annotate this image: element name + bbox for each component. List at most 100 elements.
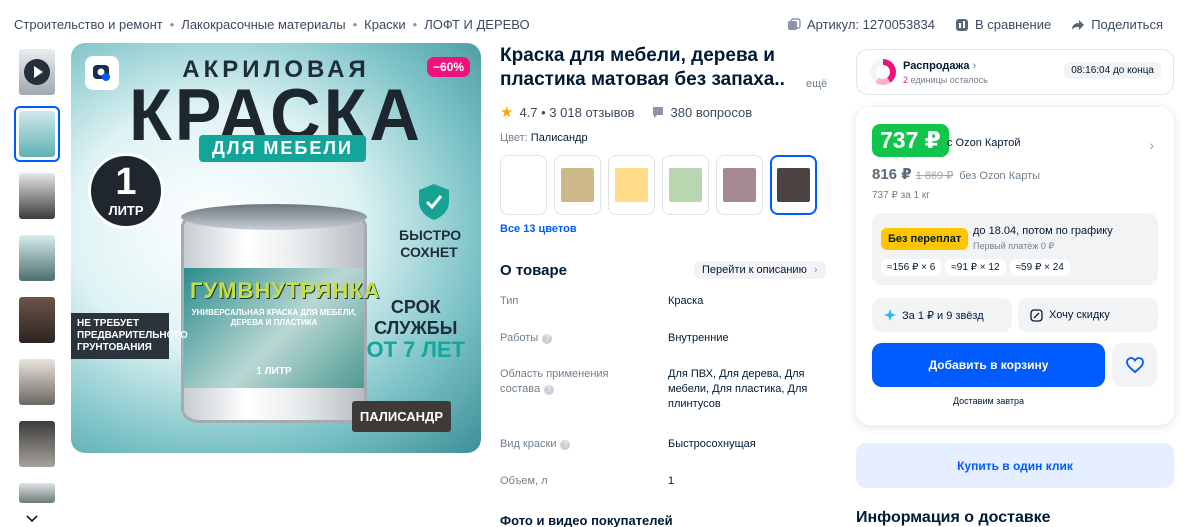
sale-title-text: Распродажа	[903, 60, 970, 72]
volume-unit: ЛИТР	[108, 203, 144, 218]
color-swatch-fill	[561, 168, 594, 202]
sale-remaining-count: 2	[903, 75, 909, 85]
chevron-down-icon[interactable]	[26, 513, 38, 525]
paint-can: ГУМВНУТРЯНКА УНИВЕРСАЛЬНАЯ КРАСКА ДЛЯ МЕ…	[181, 204, 381, 423]
regular-price-label: без Ozon Карты	[959, 170, 1041, 182]
compare-icon	[955, 18, 968, 31]
sale-remaining: 2 единицы осталось	[903, 75, 988, 85]
play-icon	[24, 59, 50, 85]
article-number: Артикул: 1270053834	[806, 17, 935, 32]
sale-banner[interactable]: Распродажа › 2 единицы осталось 08:16:04…	[856, 49, 1174, 95]
color-swatch[interactable]	[716, 155, 763, 215]
go-to-description-button[interactable]: Перейти к описанию ›	[694, 261, 826, 279]
color-name-tag: ПАЛИСАНДР	[351, 401, 451, 432]
quick-dry-label: БЫСТРО СОХНЕТ	[399, 227, 462, 260]
go-to-description-label: Перейти к описанию	[702, 264, 807, 276]
share-label: Поделиться	[1091, 17, 1163, 32]
chevron-right-icon: ›	[972, 60, 977, 72]
color-swatch-fill	[615, 168, 648, 202]
volume-number: 1	[115, 161, 137, 203]
breadcrumb-item[interactable]: Строительство и ремонт	[14, 17, 163, 32]
add-to-cart-button[interactable]: Добавить в корзину	[872, 343, 1105, 387]
thumbnail[interactable]	[14, 168, 60, 224]
color-swatch[interactable]	[500, 155, 547, 215]
installment-option[interactable]: ≈59 ₽ × 24	[1009, 259, 1070, 276]
installment-option[interactable]: ≈91 ₽ × 12	[945, 259, 1006, 276]
compare-button[interactable]: В сравнение	[955, 17, 1051, 32]
all-colors-link[interactable]: Все 13 цветов	[500, 223, 577, 235]
sale-title: Распродажа ›	[903, 60, 976, 72]
service-life: СРОК СЛУЖБЫ ОТ 7 ЛЕТ	[366, 297, 465, 361]
product-title: Краска для мебели, дерева и пластика мат…	[500, 45, 785, 90]
sale-remaining-text: единицы осталось	[910, 75, 988, 85]
color-swatches	[500, 155, 817, 215]
attribute-label-row: Вид краски?	[500, 437, 571, 452]
color-label-value: Палисандр	[530, 132, 588, 144]
no-primer-label: НЕ ТРЕБУЕТ ПРЕДВАРИТЕЛЬНОГО ГРУНТОВАНИЯ	[71, 313, 188, 359]
breadcrumb-item[interactable]: Лакокрасочные материалы	[181, 17, 345, 32]
price-card: 737 ₽ с Ozon Картой › 816 ₽1 869 ₽ без Oz…	[856, 107, 1174, 425]
sale-timer: 08:16:04 до конца	[1064, 62, 1161, 79]
want-discount-button[interactable]: Хочу скидку	[1018, 298, 1158, 332]
attribute-value: Краска	[668, 295, 704, 307]
questions-link[interactable]: 380 вопросов	[651, 105, 752, 120]
thumbnail[interactable]	[14, 292, 60, 348]
shield-check-icon	[419, 184, 449, 220]
info-icon[interactable]: ?	[542, 334, 553, 344]
installment-box[interactable]: Без переплат до 18.04, потом по графику …	[872, 213, 1158, 285]
color-swatch[interactable]	[554, 155, 601, 215]
breadcrumb-item[interactable]: Краски	[364, 17, 405, 32]
old-price: 1 869 ₽	[915, 170, 954, 182]
regular-price-row: 816 ₽1 869 ₽ без Ozon Карты	[872, 165, 1040, 183]
chevron-right-icon[interactable]: ›	[1149, 137, 1154, 153]
can-brand: ГУМВНУТРЯНКА	[190, 278, 381, 303]
customer-photos-title: Фото и видео покупателей	[500, 513, 673, 527]
heart-icon	[1125, 357, 1144, 374]
breadcrumb-separator: •	[352, 17, 358, 32]
thumbnail-image	[19, 297, 55, 343]
attribute-label: Работы	[500, 332, 539, 344]
thumbnail[interactable]	[14, 354, 60, 410]
info-icon[interactable]: ?	[544, 385, 555, 395]
color-label: Цвет: Палисандр	[500, 132, 588, 144]
favorite-button[interactable]	[1112, 343, 1157, 387]
thumbnail-image	[19, 359, 55, 405]
thumbnail-image	[19, 111, 55, 157]
color-swatch-fill	[777, 168, 810, 202]
share-icon	[1072, 19, 1085, 30]
stars-bonus-button[interactable]: За 1 ₽ и 9 звёзд	[872, 298, 1012, 332]
thumbnail-image	[19, 235, 55, 281]
thumbnail[interactable]	[14, 416, 60, 472]
color-swatch-fill	[507, 168, 540, 202]
product-main-image[interactable]: −60% АКРИЛОВАЯ КРАСКА ДЛЯ МЕБЕЛИ 1 ЛИТР …	[71, 43, 481, 453]
thumbnail-video[interactable]	[14, 44, 60, 100]
installment-option[interactable]: ≈156 ₽ × 6	[881, 259, 942, 276]
info-icon[interactable]: ?	[560, 440, 571, 450]
color-swatch[interactable]	[608, 155, 655, 215]
color-swatch[interactable]	[770, 155, 817, 215]
can-subtitle: УНИВЕРСАЛЬНАЯ КРАСКА ДЛЯ МЕБЕЛИ, ДЕРЕВА …	[191, 308, 357, 327]
thumbnail-list	[14, 44, 60, 514]
breadcrumb-separator: •	[412, 17, 418, 32]
unit-price: 737 ₽ за 1 кг	[872, 190, 930, 201]
rating-reviews[interactable]: 4.7 • 3 018 отзывов	[519, 105, 634, 120]
rating-row: ★ 4.7 • 3 018 отзывов 380 вопросов	[500, 103, 752, 121]
thumbnail[interactable]	[14, 230, 60, 286]
thumbnail[interactable]	[14, 478, 60, 508]
title-more-link[interactable]: ещё	[806, 78, 827, 90]
attribute-value: Внутренние	[668, 332, 729, 344]
article-copy[interactable]: Артикул: 1270053834	[787, 17, 935, 32]
one-click-buy-button[interactable]: Купить в один клик	[856, 443, 1174, 488]
attribute-value: 1	[668, 475, 675, 487]
top-actions: Артикул: 1270053834 В сравнение Поделить…	[787, 17, 1163, 32]
attribute-label-row: Работы?	[500, 331, 553, 346]
breadcrumb-item[interactable]: ЛОФТ И ДЕРЕВО	[424, 17, 529, 32]
ozon-card-price[interactable]: 737 ₽	[872, 124, 949, 157]
thumbnail-selected[interactable]	[14, 106, 60, 162]
color-label-key: Цвет:	[500, 132, 528, 144]
copy-icon	[787, 17, 801, 30]
share-button[interactable]: Поделиться	[1071, 17, 1163, 32]
color-swatch[interactable]	[662, 155, 709, 215]
volume-badge: 1 ЛИТР	[88, 153, 164, 229]
sparkle-icon	[884, 309, 896, 321]
